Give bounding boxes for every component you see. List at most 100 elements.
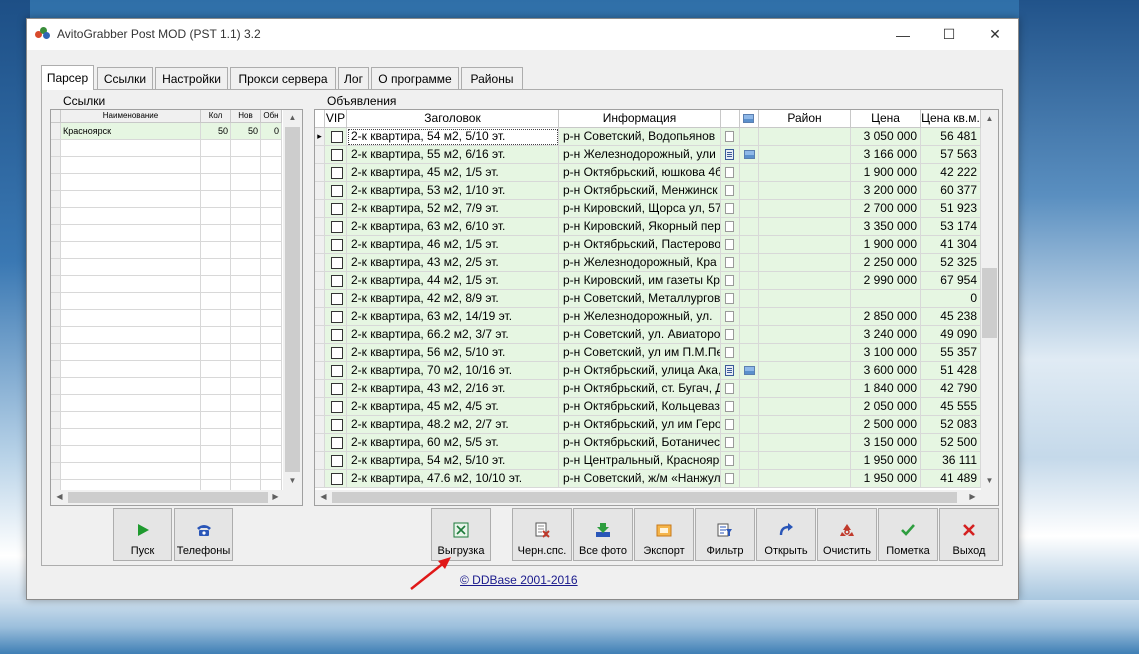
links-grid-cell[interactable]: [61, 174, 201, 191]
ad-price[interactable]: 1 900 000: [851, 164, 921, 182]
ad-photo-cell[interactable]: [740, 254, 759, 272]
links-col-new[interactable]: Нов: [231, 110, 261, 123]
vip-checkbox[interactable]: [331, 437, 343, 449]
ad-photo-cell[interactable]: [740, 146, 759, 164]
links-grid-cell[interactable]: [261, 259, 282, 276]
links-grid-cell[interactable]: [201, 429, 231, 446]
clear-button[interactable]: Очистить: [817, 508, 877, 561]
tab-settings[interactable]: Настройки: [155, 67, 228, 89]
links-grid-cell[interactable]: [61, 259, 201, 276]
vip-checkbox-cell[interactable]: [325, 452, 347, 470]
ad-price[interactable]: 2 050 000: [851, 398, 921, 416]
ad-photo-cell[interactable]: [740, 380, 759, 398]
ad-price[interactable]: 3 166 000: [851, 146, 921, 164]
ads-col-price-sqm[interactable]: Цена кв.м.: [921, 110, 981, 128]
vip-checkbox-cell[interactable]: [325, 470, 347, 488]
vip-checkbox-cell[interactable]: [325, 272, 347, 290]
links-grid-cell[interactable]: [61, 412, 201, 429]
links-grid-cell[interactable]: 0: [261, 123, 282, 140]
links-grid-cell[interactable]: [201, 395, 231, 412]
vip-checkbox-cell[interactable]: [325, 344, 347, 362]
ad-doc-cell[interactable]: [721, 290, 740, 308]
tab-about[interactable]: О программе: [371, 67, 459, 89]
ad-title[interactable]: 2-к квартира, 53 м2, 1/10 эт.: [347, 182, 559, 200]
links-grid-cell[interactable]: [231, 293, 261, 310]
ad-price[interactable]: 2 500 000: [851, 416, 921, 434]
ad-photo-cell[interactable]: [740, 200, 759, 218]
ad-price-sqm[interactable]: 60 377: [921, 182, 981, 200]
vip-checkbox[interactable]: [331, 365, 343, 377]
ad-title[interactable]: 2-к квартира, 70 м2, 10/16 эт.: [347, 362, 559, 380]
ad-title[interactable]: 2-к квартира, 42 м2, 8/9 эт.: [347, 290, 559, 308]
ad-info[interactable]: р-н Советский, ул. Авиаторо: [559, 326, 721, 344]
filter-button[interactable]: Фильтр: [695, 508, 755, 561]
vip-checkbox-cell[interactable]: [325, 146, 347, 164]
vip-checkbox[interactable]: [331, 257, 343, 269]
links-grid-cell[interactable]: [61, 191, 201, 208]
ad-price-sqm[interactable]: 53 174: [921, 218, 981, 236]
ad-photo-cell[interactable]: [740, 290, 759, 308]
vip-checkbox[interactable]: [331, 167, 343, 179]
vip-checkbox-cell[interactable]: [325, 254, 347, 272]
ad-doc-cell[interactable]: [721, 218, 740, 236]
links-grid-cell[interactable]: [231, 361, 261, 378]
ad-doc-cell[interactable]: [721, 434, 740, 452]
mark-button[interactable]: Пометка: [878, 508, 938, 561]
ad-title[interactable]: 2-к квартира, 47.6 м2, 10/10 эт.: [347, 470, 559, 488]
links-grid-cell[interactable]: [231, 259, 261, 276]
links-grid-cell[interactable]: [201, 293, 231, 310]
vip-checkbox-cell[interactable]: [325, 416, 347, 434]
links-grid-cell[interactable]: [261, 293, 282, 310]
ad-price[interactable]: 1 950 000: [851, 470, 921, 488]
links-grid-cell[interactable]: [201, 174, 231, 191]
tab-parser[interactable]: Парсер: [41, 65, 94, 90]
ad-price[interactable]: 3 050 000: [851, 128, 921, 146]
ads-col-info[interactable]: Информация: [559, 110, 721, 128]
links-grid-cell[interactable]: [261, 140, 282, 157]
export-button[interactable]: Экспорт: [634, 508, 694, 561]
links-grid-cell[interactable]: [61, 463, 201, 480]
scroll-right-icon[interactable]: ▶: [267, 492, 284, 501]
ad-doc-cell[interactable]: [721, 326, 740, 344]
vip-checkbox[interactable]: [331, 401, 343, 413]
links-grid-cell[interactable]: [201, 242, 231, 259]
links-grid-cell[interactable]: [261, 225, 282, 242]
ad-info[interactable]: р-н Советский, ж/м «Нанжул: [559, 470, 721, 488]
links-grid-cell[interactable]: [61, 208, 201, 225]
links-grid-cell[interactable]: [61, 242, 201, 259]
ad-photo-cell[interactable]: [740, 272, 759, 290]
ad-price[interactable]: 3 240 000: [851, 326, 921, 344]
phones-button[interactable]: Телефоны: [174, 508, 233, 561]
ad-info[interactable]: р-н Октябрьский, Ботаничес: [559, 434, 721, 452]
ad-info[interactable]: р-н Октябрьский, ул им Геро: [559, 416, 721, 434]
links-grid-cell[interactable]: [61, 344, 201, 361]
links-horizontal-scrollbar[interactable]: ◀ ▶: [51, 490, 302, 505]
links-grid-cell[interactable]: [61, 395, 201, 412]
scroll-right-icon[interactable]: ▶: [964, 492, 981, 501]
links-grid-cell[interactable]: [201, 378, 231, 395]
open-button[interactable]: Открыть: [756, 508, 816, 561]
ad-price-sqm[interactable]: 36 111: [921, 452, 981, 470]
tab-proxy[interactable]: Прокси сервера: [230, 67, 336, 89]
vip-checkbox[interactable]: [331, 149, 343, 161]
vip-checkbox[interactable]: [331, 131, 343, 143]
vip-checkbox-cell[interactable]: [325, 398, 347, 416]
vip-checkbox-cell[interactable]: [325, 218, 347, 236]
ad-price-sqm[interactable]: 49 090: [921, 326, 981, 344]
vip-checkbox[interactable]: [331, 383, 343, 395]
ad-info[interactable]: р-н Железнодорожный, ули: [559, 146, 721, 164]
links-grid-cell[interactable]: [231, 191, 261, 208]
ad-district[interactable]: [759, 452, 851, 470]
ad-price[interactable]: 2 990 000: [851, 272, 921, 290]
links-grid-cell[interactable]: [201, 276, 231, 293]
ad-photo-cell[interactable]: [740, 434, 759, 452]
vip-checkbox-cell[interactable]: [325, 182, 347, 200]
ad-price-sqm[interactable]: 41 489: [921, 470, 981, 488]
links-grid-cell[interactable]: [201, 463, 231, 480]
ad-district[interactable]: [759, 182, 851, 200]
links-grid-cell[interactable]: 50: [231, 123, 261, 140]
links-grid-cell[interactable]: [61, 157, 201, 174]
ad-title[interactable]: 2-к квартира, 56 м2, 5/10 эт.: [347, 344, 559, 362]
links-grid-cell[interactable]: [231, 140, 261, 157]
ad-price[interactable]: [851, 290, 921, 308]
